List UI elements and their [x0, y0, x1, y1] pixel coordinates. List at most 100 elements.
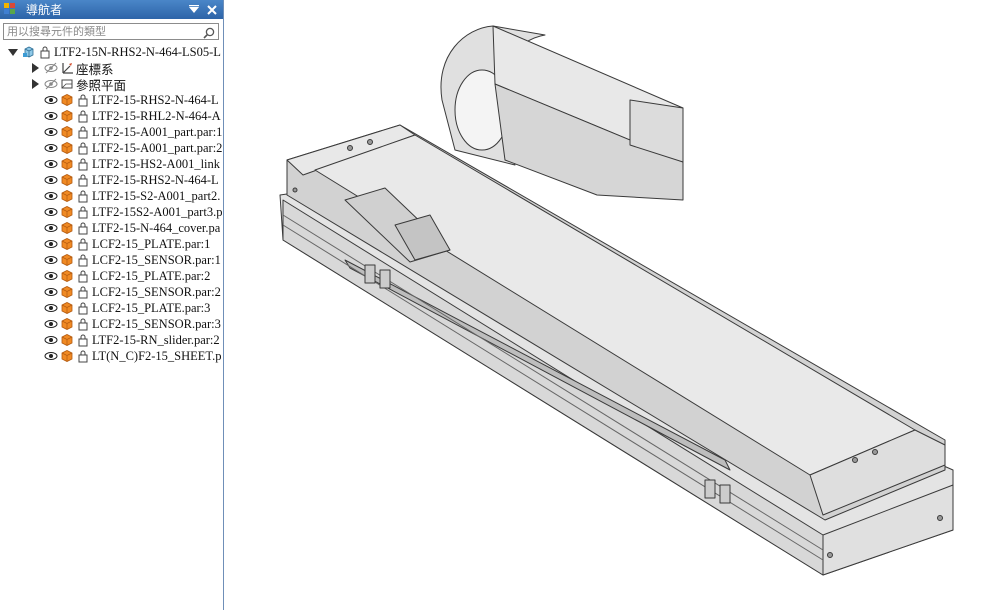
lock-edit-icon: [76, 253, 90, 267]
tree-part-item[interactable]: LCF2-15_SENSOR.par:2: [0, 284, 224, 300]
assembly-icon: [22, 45, 36, 59]
part-icon: [60, 109, 74, 123]
visible-eye-icon[interactable]: [44, 189, 58, 203]
lock-edit-icon: [76, 173, 90, 187]
expand-arrow-icon[interactable]: [30, 63, 40, 73]
part-icon: [60, 285, 74, 299]
visible-eye-icon[interactable]: [44, 349, 58, 363]
part-icon: [60, 253, 74, 267]
tree-part-item[interactable]: LTF2-15-HS2-A001_link: [0, 156, 224, 172]
tree-part-label: LCF2-15_PLATE.par:3: [92, 300, 211, 315]
lock-edit-icon: [76, 109, 90, 123]
visible-eye-icon[interactable]: [44, 157, 58, 171]
tree-root-label: LTF2-15N-RHS2-N-464-LS05-L: [54, 44, 221, 59]
visible-eye-icon[interactable]: [44, 109, 58, 123]
tree-part-item[interactable]: LTF2-15-RN_slider.par:2: [0, 332, 224, 348]
bolt: [937, 515, 943, 521]
component-search-input[interactable]: [4, 24, 202, 39]
tree-part-item[interactable]: LTF2-15-N-464_cover.pa: [0, 220, 224, 236]
navigator-app-icon: [4, 2, 18, 17]
part-icon: [60, 237, 74, 251]
lock-edit-icon: [76, 333, 90, 347]
tree-part-label: LCF2-15_PLATE.par:2: [92, 268, 211, 283]
lock-edit-icon: [76, 269, 90, 283]
coordinate-system-icon: [60, 61, 74, 75]
tree-part-label: LCF2-15_PLATE.par:1: [92, 236, 211, 251]
tree-part-item[interactable]: LTF2-15-RHS2-N-464-L: [0, 92, 224, 108]
tree-part-item[interactable]: LCF2-15_SENSOR.par:1: [0, 252, 224, 268]
tree-part-label: LTF2-15-RHL2-N-464-A: [92, 108, 221, 123]
search-icon[interactable]: [202, 25, 216, 39]
visible-eye-icon[interactable]: [44, 269, 58, 283]
lock-edit-icon: [76, 125, 90, 139]
hidden-eye-icon[interactable]: [44, 61, 58, 75]
visible-eye-icon[interactable]: [44, 317, 58, 331]
lock-edit-icon: [76, 189, 90, 203]
expand-arrow-icon[interactable]: [30, 79, 40, 89]
lock-edit-icon: [76, 285, 90, 299]
lock-edit-icon: [76, 349, 90, 363]
tree-part-item[interactable]: LTF2-15-A001_part.par:2: [0, 140, 224, 156]
tree-root-item[interactable]: LTF2-15N-RHS2-N-464-LS05-L: [0, 44, 224, 60]
tree-part-label: LTF2-15-RN_slider.par:2: [92, 332, 220, 347]
visible-eye-icon[interactable]: [44, 173, 58, 187]
part-icon: [60, 317, 74, 331]
tree-part-label: LTF2-15-N-464_cover.pa: [92, 220, 221, 235]
hidden-eye-icon[interactable]: [44, 77, 58, 91]
dropdown-arrow-icon[interactable]: [187, 3, 201, 17]
lock-edit-icon: [76, 301, 90, 315]
lock-edit-icon: [76, 93, 90, 107]
part-list: LTF2-15-RHS2-N-464-L LTF2-15-RHL2-N-464-A…: [0, 92, 224, 364]
part-icon: [60, 205, 74, 219]
tree-part-label: LTF2-15-A001_part.par:1: [92, 124, 223, 139]
tree-part-item[interactable]: LTF2-15-A001_part.par:1: [0, 124, 224, 140]
visible-eye-icon[interactable]: [44, 333, 58, 347]
part-icon: [60, 221, 74, 235]
lock-edit-icon: [76, 237, 90, 251]
tree-node-coordinate-systems[interactable]: 座標系: [0, 60, 224, 76]
part-icon: [60, 125, 74, 139]
part-icon: [60, 157, 74, 171]
tree-part-item[interactable]: LCF2-15_PLATE.par:3: [0, 300, 224, 316]
tree-part-label: LCF2-15_SENSOR.par:1: [92, 252, 221, 267]
tree-part-item[interactable]: LTF2-15-S2-A001_part2.: [0, 188, 224, 204]
linear-actuator-model[interactable]: [225, 0, 990, 610]
bolt: [852, 457, 858, 463]
tree-part-item[interactable]: LTF2-15-RHL2-N-464-A: [0, 108, 224, 124]
lock-edit-icon: [76, 157, 90, 171]
visible-eye-icon[interactable]: [44, 253, 58, 267]
navigator-panel: 導航者 LTF2-15N-RHS2-N-464-LS05-L: [0, 0, 224, 610]
visible-eye-icon[interactable]: [44, 205, 58, 219]
tree-part-label: LT(N_C)F2-15_SHEET.p: [92, 348, 222, 363]
tree-part-item[interactable]: LCF2-15_PLATE.par:2: [0, 268, 224, 284]
visible-eye-icon[interactable]: [44, 93, 58, 107]
bolt: [872, 449, 878, 455]
visible-eye-icon[interactable]: [44, 237, 58, 251]
close-icon[interactable]: [205, 3, 219, 17]
part-icon: [60, 269, 74, 283]
tree-part-label: LTF2-15-HS2-A001_link: [92, 156, 221, 171]
visible-eye-icon[interactable]: [44, 125, 58, 139]
tree-part-item[interactable]: LTF2-15S2-A001_part3.p: [0, 204, 224, 220]
visible-eye-icon[interactable]: [44, 285, 58, 299]
visible-eye-icon[interactable]: [44, 141, 58, 155]
tree-part-item[interactable]: LT(N_C)F2-15_SHEET.p: [0, 348, 224, 364]
tree-part-label: LTF2-15-S2-A001_part2.: [92, 188, 221, 203]
tree-node-reference-planes[interactable]: 參照平面: [0, 76, 224, 92]
bolt: [367, 139, 373, 145]
tree-part-label: LTF2-15-RHS2-N-464-L: [92, 172, 219, 187]
lock-edit-icon: [38, 45, 52, 59]
tree-part-item[interactable]: LCF2-15_PLATE.par:1: [0, 236, 224, 252]
3d-viewport[interactable]: [225, 0, 990, 610]
visible-eye-icon[interactable]: [44, 301, 58, 315]
sensor: [704, 479, 716, 499]
collapse-arrow-icon[interactable]: [8, 47, 18, 57]
part-icon: [60, 349, 74, 363]
component-search-box[interactable]: [3, 23, 219, 40]
part-icon: [60, 93, 74, 107]
navigator-title: 導航者: [26, 3, 63, 17]
part-icon: [60, 333, 74, 347]
tree-part-item[interactable]: LCF2-15_SENSOR.par:3: [0, 316, 224, 332]
visible-eye-icon[interactable]: [44, 221, 58, 235]
tree-part-item[interactable]: LTF2-15-RHS2-N-464-L: [0, 172, 224, 188]
